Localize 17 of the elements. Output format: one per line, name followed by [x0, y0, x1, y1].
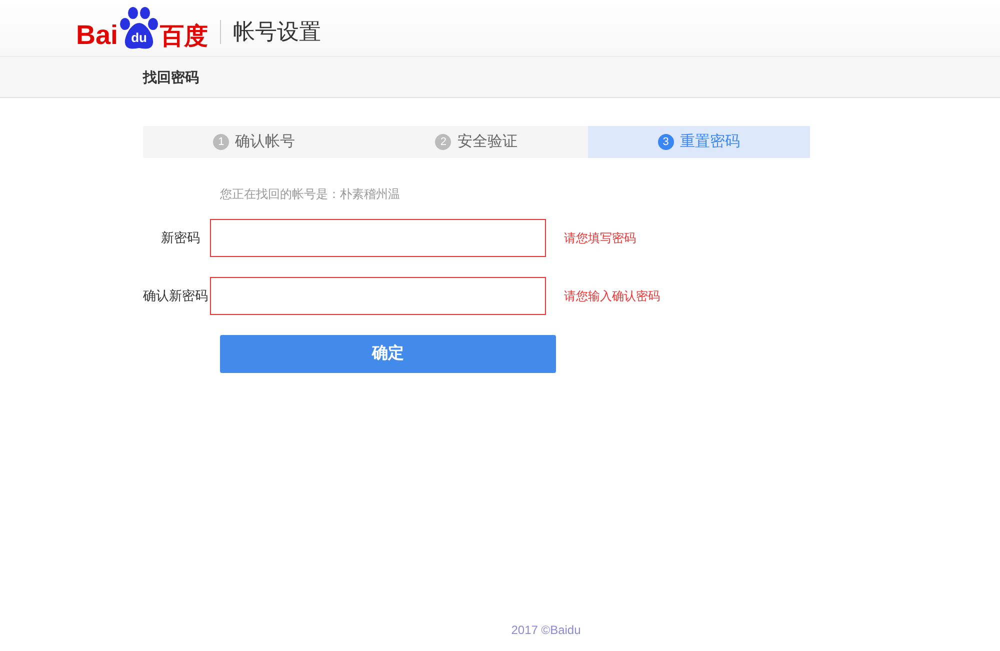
copyright-text: 2017 ©Baidu	[511, 622, 581, 639]
step-number-icon: 2	[435, 134, 452, 150]
subnav-title: 找回密码	[143, 68, 199, 86]
step-number-icon: 3	[658, 134, 674, 150]
account-note: 您正在找回的帐号是：朴素稽州温	[220, 186, 401, 203]
baidu-logo[interactable]: Bai du 百度	[76, 5, 208, 51]
error-message: 请您填写密码	[564, 230, 636, 247]
step-number-icon: 1	[213, 134, 230, 150]
step-label: 确认帐号	[235, 132, 296, 152]
field-label: 新密码	[160, 229, 201, 248]
page-title: 帐号设置	[233, 18, 322, 46]
step-label: 重置密码	[680, 132, 740, 152]
step-label: 安全验证	[457, 132, 518, 152]
field-label: 确认新密码	[143, 287, 209, 306]
password-field[interactable]	[210, 277, 546, 315]
error-message: 请您输入确认密码	[564, 288, 660, 305]
password-field[interactable]	[210, 219, 546, 257]
